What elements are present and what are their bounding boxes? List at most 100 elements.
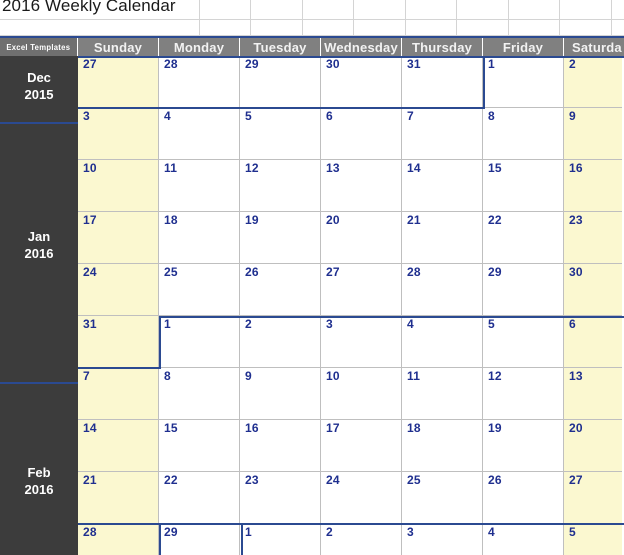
day-cell[interactable]: 29 bbox=[483, 264, 564, 316]
day-cell[interactable]: 9 bbox=[564, 108, 622, 160]
table-row: 10 11 12 13 14 15 16 bbox=[78, 160, 624, 212]
day-cell[interactable]: 3 bbox=[321, 316, 402, 368]
day-cell[interactable]: 15 bbox=[483, 160, 564, 212]
day-number: 28 bbox=[407, 265, 421, 279]
day-cell[interactable]: 18 bbox=[159, 212, 240, 264]
day-cell[interactable]: 20 bbox=[321, 212, 402, 264]
day-cell[interactable]: 19 bbox=[240, 212, 321, 264]
day-cell[interactable]: 23 bbox=[240, 472, 321, 524]
day-cell[interactable]: 8 bbox=[159, 368, 240, 420]
day-number: 17 bbox=[83, 213, 97, 227]
day-cell[interactable]: 4 bbox=[159, 108, 240, 160]
day-number: 4 bbox=[488, 525, 495, 539]
day-cell[interactable]: 31 bbox=[78, 316, 159, 368]
month-label-dec-2015-year: 2015 bbox=[24, 87, 54, 102]
day-cell[interactable]: 14 bbox=[402, 160, 483, 212]
day-number: 16 bbox=[245, 421, 259, 435]
table-row: 24 25 26 27 28 29 30 bbox=[78, 264, 624, 316]
day-cell[interactable]: 1 bbox=[483, 56, 564, 108]
day-cell[interactable]: 7 bbox=[402, 108, 483, 160]
day-number: 23 bbox=[245, 473, 259, 487]
day-number: 11 bbox=[407, 369, 421, 383]
day-cell[interactable]: 27 bbox=[321, 264, 402, 316]
day-cell[interactable]: 16 bbox=[240, 420, 321, 472]
day-cell[interactable]: 10 bbox=[78, 160, 159, 212]
day-cell[interactable]: 18 bbox=[402, 420, 483, 472]
day-cell[interactable]: 28 bbox=[78, 524, 159, 555]
day-cell[interactable]: 28 bbox=[402, 264, 483, 316]
day-number: 12 bbox=[488, 369, 502, 383]
day-cell[interactable]: 17 bbox=[321, 420, 402, 472]
day-cell[interactable]: 23 bbox=[564, 212, 622, 264]
day-cell[interactable]: 25 bbox=[159, 264, 240, 316]
day-cell[interactable]: 27 bbox=[78, 56, 159, 108]
day-number: 14 bbox=[83, 421, 97, 435]
day-cell[interactable]: 19 bbox=[483, 420, 564, 472]
day-cell[interactable]: 2 bbox=[321, 524, 402, 555]
day-number: 10 bbox=[326, 369, 340, 383]
day-number: 1 bbox=[164, 317, 171, 331]
day-cell[interactable]: 9 bbox=[240, 368, 321, 420]
day-cell[interactable]: 3 bbox=[78, 108, 159, 160]
day-number: 22 bbox=[488, 213, 502, 227]
day-cell[interactable]: 28 bbox=[159, 56, 240, 108]
day-number: 4 bbox=[164, 109, 171, 123]
day-cell[interactable]: 22 bbox=[159, 472, 240, 524]
day-number: 16 bbox=[569, 161, 583, 175]
day-cell[interactable]: 8 bbox=[483, 108, 564, 160]
day-cell[interactable]: 6 bbox=[321, 108, 402, 160]
day-number: 29 bbox=[164, 525, 178, 539]
day-cell[interactable]: 1 bbox=[240, 524, 321, 555]
day-cell[interactable]: 21 bbox=[402, 212, 483, 264]
table-row: 31 1 2 3 4 5 6 bbox=[78, 316, 624, 368]
day-cell[interactable]: 27 bbox=[564, 472, 622, 524]
day-cell[interactable]: 20 bbox=[564, 420, 622, 472]
day-cell[interactable]: 3 bbox=[402, 524, 483, 555]
day-cell[interactable]: 10 bbox=[321, 368, 402, 420]
day-cell[interactable]: 2 bbox=[564, 56, 622, 108]
day-number: 1 bbox=[245, 525, 252, 539]
day-cell[interactable]: 11 bbox=[402, 368, 483, 420]
day-cell[interactable]: 25 bbox=[402, 472, 483, 524]
day-cell[interactable]: 24 bbox=[78, 264, 159, 316]
day-cell[interactable]: 16 bbox=[564, 160, 622, 212]
table-row: 14 15 16 17 18 19 20 bbox=[78, 420, 624, 472]
table-row: 21 22 23 24 25 26 27 bbox=[78, 472, 624, 524]
day-cell[interactable]: 30 bbox=[564, 264, 622, 316]
day-cell[interactable]: 21 bbox=[78, 472, 159, 524]
day-number: 6 bbox=[326, 109, 333, 123]
day-cell[interactable]: 6 bbox=[564, 316, 622, 368]
day-cell[interactable]: 5 bbox=[483, 316, 564, 368]
day-cell[interactable]: 22 bbox=[483, 212, 564, 264]
day-cell[interactable]: 15 bbox=[159, 420, 240, 472]
table-row: 7 8 9 10 11 12 13 bbox=[78, 368, 624, 420]
day-cell[interactable]: 26 bbox=[240, 264, 321, 316]
day-cell[interactable]: 26 bbox=[483, 472, 564, 524]
day-cell[interactable]: 31 bbox=[402, 56, 483, 108]
day-cell[interactable]: 5 bbox=[240, 108, 321, 160]
day-number: 7 bbox=[407, 109, 414, 123]
day-cell[interactable]: 1 bbox=[159, 316, 240, 368]
day-cell[interactable]: 13 bbox=[321, 160, 402, 212]
day-number: 30 bbox=[326, 57, 340, 71]
day-cell[interactable]: 30 bbox=[321, 56, 402, 108]
day-cell[interactable]: 14 bbox=[78, 420, 159, 472]
day-cell[interactable]: 12 bbox=[483, 368, 564, 420]
day-cell[interactable]: 13 bbox=[564, 368, 622, 420]
day-cell[interactable]: 17 bbox=[78, 212, 159, 264]
day-cell[interactable]: 24 bbox=[321, 472, 402, 524]
day-cell[interactable]: 29 bbox=[159, 524, 240, 555]
day-cell[interactable]: 29 bbox=[240, 56, 321, 108]
month-label-dec-2015-month: Dec bbox=[27, 70, 51, 85]
day-number: 20 bbox=[569, 421, 583, 435]
day-cell[interactable]: 2 bbox=[240, 316, 321, 368]
day-cell[interactable]: 12 bbox=[240, 160, 321, 212]
day-cell[interactable]: 11 bbox=[159, 160, 240, 212]
day-number: 13 bbox=[569, 369, 583, 383]
day-cell[interactable]: 4 bbox=[402, 316, 483, 368]
day-cell[interactable]: 7 bbox=[78, 368, 159, 420]
day-cell[interactable]: 4 bbox=[483, 524, 564, 555]
day-cell[interactable]: 5 bbox=[564, 524, 622, 555]
month-divider-dec-jan bbox=[0, 122, 78, 124]
day-number: 15 bbox=[488, 161, 502, 175]
